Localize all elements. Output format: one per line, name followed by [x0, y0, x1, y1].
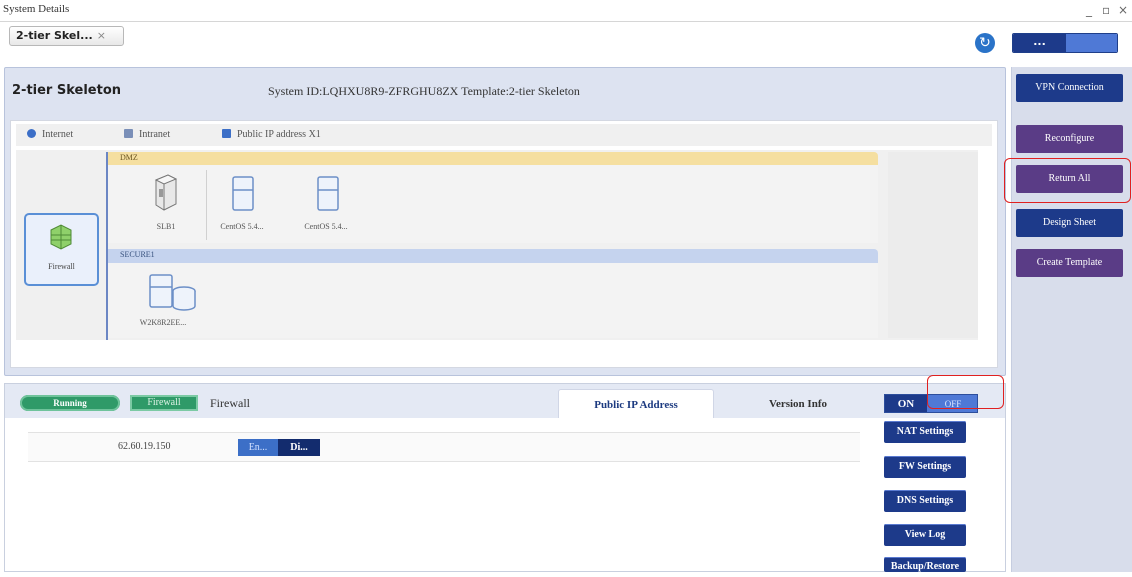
- system-name: 2-tier Skeleton: [12, 83, 122, 98]
- nat-settings-button[interactable]: NAT Settings: [884, 421, 966, 443]
- dmz-zone-header[interactable]: [108, 152, 878, 165]
- window-title: System Details: [3, 3, 70, 15]
- building-icon: [124, 129, 133, 138]
- globe-icon: [27, 129, 36, 138]
- type-badge: Firewall: [130, 395, 198, 411]
- load-balancer-icon[interactable]: [150, 172, 182, 214]
- ip-address-icon: [222, 129, 231, 138]
- server-divider: [206, 170, 207, 240]
- tab-public-ip-address[interactable]: Public IP Address: [558, 389, 714, 418]
- server-label-w2k8r2ee: W2K8R2EE...: [139, 318, 187, 327]
- reconfigure-button[interactable]: Reconfigure: [1016, 125, 1123, 153]
- database-server-icon[interactable]: [146, 271, 202, 315]
- dmz-zone: [108, 165, 878, 243]
- create-template-button[interactable]: Create Template: [1016, 249, 1123, 277]
- legend-public-ip: Public IP address X1: [222, 129, 321, 140]
- power-on-button[interactable]: ON: [885, 395, 927, 412]
- minimize-button[interactable]: _: [1086, 3, 1092, 17]
- system-info: System ID:LQHXU8R9-ZFRGHU8ZX Template:2-…: [268, 84, 580, 98]
- disable-button[interactable]: Di...: [278, 439, 320, 456]
- backup-restore-button[interactable]: Backup/Restore: [884, 557, 966, 572]
- highlight-off: [927, 375, 1004, 409]
- refresh-icon[interactable]: ↻: [975, 33, 995, 53]
- public-ip-value: 62.60.19.150: [118, 441, 171, 452]
- server-icon[interactable]: [313, 174, 343, 214]
- server-icon[interactable]: [228, 174, 258, 214]
- server-label-centos-1: CentOS 5.4...: [220, 222, 264, 231]
- enable-button[interactable]: En...: [238, 439, 278, 456]
- system-tab-label: 2-tier Skel...: [16, 29, 93, 42]
- vpn-connection-button[interactable]: VPN Connection: [1016, 74, 1123, 102]
- status-badge: Running: [20, 395, 120, 411]
- firewall-icon: [50, 224, 72, 250]
- device-name: Firewall: [210, 396, 250, 410]
- maximize-button[interactable]: ▫: [1102, 3, 1110, 17]
- view-toggle-off[interactable]: [1066, 34, 1117, 52]
- dmz-zone-label: DMZ: [120, 153, 138, 162]
- secure-zone-header[interactable]: [108, 249, 878, 263]
- legend-internet: Internet: [27, 129, 73, 140]
- tab-version-info[interactable]: Version Info: [720, 389, 876, 418]
- highlight-return-all: [1004, 158, 1131, 203]
- view-toggle[interactable]: ...: [1012, 33, 1118, 53]
- server-label-centos-2: CentOS 5.4...: [304, 222, 348, 231]
- view-log-button[interactable]: View Log: [884, 524, 966, 546]
- firewall-label: Firewall: [48, 262, 75, 271]
- tab-close-icon[interactable]: ×: [97, 29, 106, 42]
- fw-settings-button[interactable]: FW Settings: [884, 456, 966, 478]
- secure-zone: [108, 263, 878, 338]
- legend-intranet: Intranet: [124, 129, 170, 140]
- server-label-slb1: SLB1: [156, 222, 176, 231]
- diagram-side-area: [888, 152, 978, 338]
- secure-zone-label: SECURE1: [120, 250, 155, 259]
- design-sheet-button[interactable]: Design Sheet: [1016, 209, 1123, 237]
- system-tab[interactable]: 2-tier Skel... ×: [9, 26, 124, 46]
- close-button[interactable]: ×: [1118, 3, 1128, 17]
- view-toggle-on[interactable]: ...: [1013, 34, 1066, 52]
- dns-settings-button[interactable]: DNS Settings: [884, 490, 966, 512]
- title-bar: [0, 0, 1132, 22]
